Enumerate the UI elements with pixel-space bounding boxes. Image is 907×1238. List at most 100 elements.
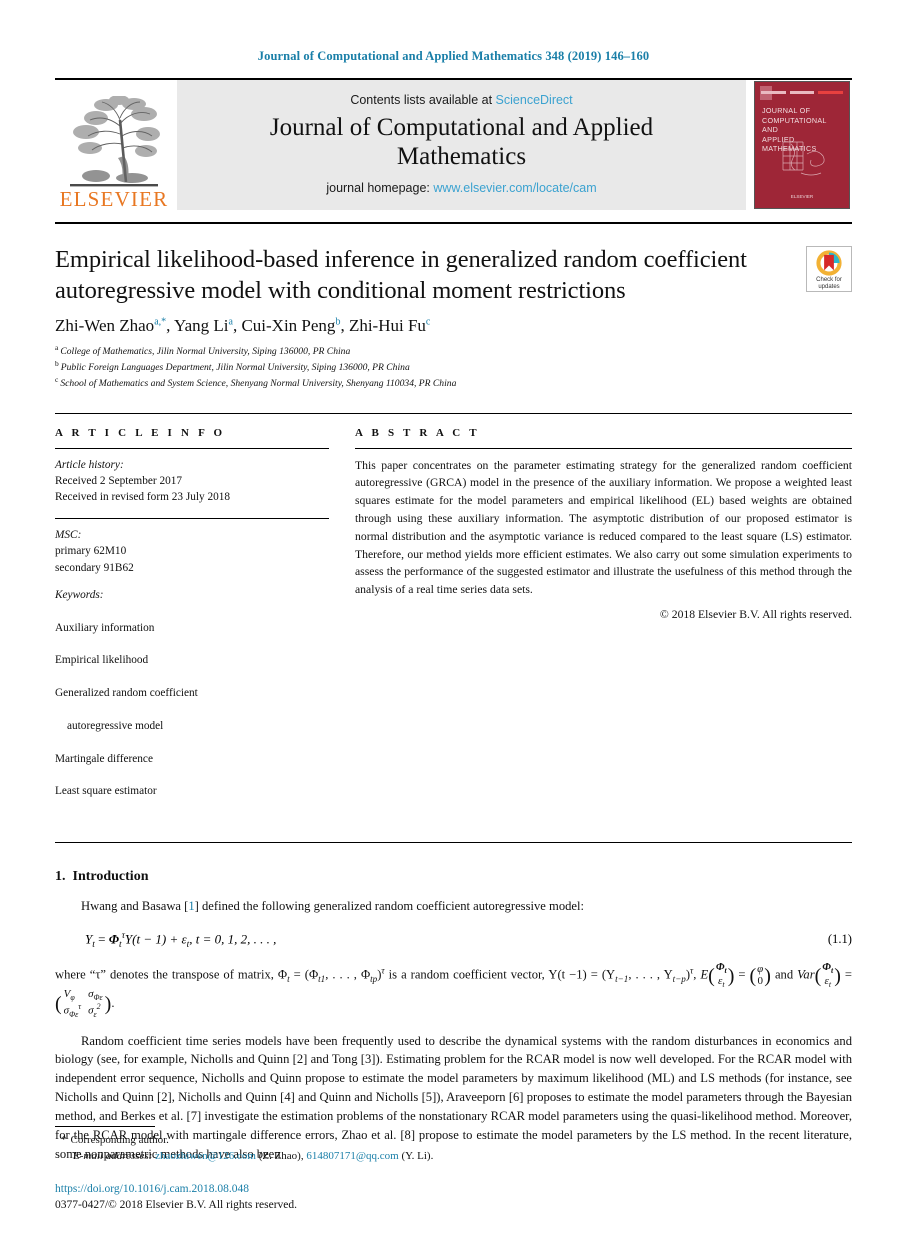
author-marks: c xyxy=(425,316,431,328)
title-block: Check for updates Empirical likelihood-b… xyxy=(55,224,852,391)
info-divider xyxy=(55,412,852,414)
equation-1-1: Yt = ΦtτY(t − 1) + εt, t = 0, 1, 2, . . … xyxy=(55,931,852,950)
keyword-item: Auxiliary information xyxy=(55,621,155,634)
crossmark-line1: Check for xyxy=(816,277,842,283)
abstract-text: This paper concentrates on the parameter… xyxy=(355,458,852,597)
keyword-item: Least square estimator xyxy=(55,785,157,798)
paragraph-intro-2: where “τ” denotes the transpose of matri… xyxy=(55,960,852,1019)
running-head: Journal of Computational and Applied Mat… xyxy=(257,49,650,63)
journal-homepage-link[interactable]: www.elsevier.com/locate/cam xyxy=(433,181,596,195)
body-divider xyxy=(55,842,852,844)
eq-phi: Φ xyxy=(108,931,119,947)
journal-band: Contents lists available at ScienceDirec… xyxy=(177,80,746,210)
variance-value-matrix: (Vφ σΦε σΦετ σε2) xyxy=(55,988,112,1019)
footnote-star: * xyxy=(61,1133,67,1146)
article-history-group: Article history: Received 2 September 20… xyxy=(55,457,329,506)
crossmark-label: Check for updates xyxy=(816,277,842,291)
cover-topbar xyxy=(761,88,844,97)
article-info-column: A R T I C L E I N F O Article history: R… xyxy=(55,427,355,817)
journal-cover-thumbnail: JOURNAL OF COMPUTATIONAL AND APPLIED MAT… xyxy=(754,81,850,209)
abstract-copyright: © 2018 Elsevier B.V. All rights reserved… xyxy=(659,607,852,621)
author-name[interactable]: Cui-Xin Peng xyxy=(241,316,335,335)
keywords-label: Keywords: xyxy=(55,588,104,601)
variance-matrix: (Φt εt) xyxy=(814,960,841,989)
abstract-column: A B S T R A C T This paper concentrates … xyxy=(355,427,852,817)
email-link-1[interactable]: zhaozhiwen@126.com xyxy=(155,1150,256,1162)
corresponding-author-note: * Corresponding author. E-mail addresses:… xyxy=(55,1132,852,1165)
crossmark-badge[interactable]: Check for updates xyxy=(806,246,852,292)
journal-masthead: ELSEVIER Contents lists available at Sci… xyxy=(55,78,852,210)
elsevier-tree-icon xyxy=(66,96,162,188)
email-addresses-label: E-mail addresses: xyxy=(73,1150,153,1163)
eq-mid: Y(t − 1) + ε xyxy=(124,931,187,947)
page-title: Empirical likelihood-based inference in … xyxy=(55,246,747,304)
article-info-rule xyxy=(55,447,329,449)
expectation-matrix: (Φt εt) xyxy=(708,960,735,989)
para2-E: E xyxy=(700,967,709,982)
para2-line1-c: , . . . , Φ xyxy=(325,967,371,982)
doi-link[interactable]: https://doi.org/10.1016/j.cam.2018.08.04… xyxy=(55,1181,852,1198)
affiliation-text: School of Mathematics and System Science… xyxy=(60,378,457,390)
article-history-values: Received 2 September 2017 Received in re… xyxy=(55,475,231,504)
author-name[interactable]: Zhi-Wen Zhao xyxy=(55,316,154,335)
keyword-item: autoregressive model xyxy=(67,719,164,732)
author-list: Zhi-Wen Zhaoa,*, Yang Lia, Cui-Xin Pengb… xyxy=(55,316,431,336)
keyword-item: Empirical likelihood xyxy=(55,654,149,667)
contents-prefix: Contents lists available at xyxy=(350,92,493,107)
cover-artwork-icon xyxy=(782,141,825,176)
doi-block: https://doi.org/10.1016/j.cam.2018.08.04… xyxy=(55,1181,852,1214)
equation-number: (1.1) xyxy=(827,932,852,947)
section-number: 1. xyxy=(55,869,66,885)
journal-title: Journal of Computational and Applied Mat… xyxy=(269,113,654,170)
msc-divider xyxy=(55,517,329,519)
email-link-2[interactable]: 614807171@qq.com xyxy=(306,1150,398,1162)
equation-body: Yt = ΦtτY(t − 1) + εt, t = 0, 1, 2, . . … xyxy=(55,931,828,950)
author-marks: a,* xyxy=(154,316,167,328)
eq-tail: , t = 0, 1, 2, . . . , xyxy=(189,931,277,947)
issn-copyright-line: 0377-0427/© 2018 Elsevier B.V. All right… xyxy=(55,1199,298,1212)
para1-text-a: Hwang and Basawa [ xyxy=(81,899,189,914)
section-heading-introduction: 1. Introduction xyxy=(55,869,852,885)
abstract-heading: A B S T R A C T xyxy=(355,426,480,439)
affiliation-item: b Public Foreign Languages Department, Ji… xyxy=(55,359,766,375)
para2-line1-b: = (Φ xyxy=(289,967,319,982)
para2-line1-f: , . . . , Y xyxy=(628,967,673,982)
msc-values: primary 62M10 secondary 91B62 xyxy=(55,545,134,574)
keyword-item: Martingale difference xyxy=(55,752,153,765)
eq-lhs-sub: t xyxy=(92,939,95,950)
affiliation-text: College of Mathematics, Jilin Normal Uni… xyxy=(60,346,351,358)
msc-label: MSC: xyxy=(55,528,82,541)
footnote-divider xyxy=(55,1125,155,1127)
elsevier-logo-block: ELSEVIER xyxy=(55,80,173,210)
email-owner-1: (Z. Zhao), xyxy=(258,1150,304,1163)
author-marks: b xyxy=(335,316,341,328)
eq-phi-sub: t xyxy=(118,939,122,950)
para2-line1-a: where “τ” denotes the transpose of matri… xyxy=(55,967,288,982)
page-footer: * Corresponding author. E-mail addresses:… xyxy=(55,1125,852,1214)
msc-group: MSC: primary 62M10 secondary 91B62 xyxy=(55,527,329,576)
expectation-value-matrix: (φ 0) xyxy=(749,962,771,987)
author-name[interactable]: Yang Li xyxy=(174,316,228,335)
affiliation-item: c School of Mathematics and System Scienc… xyxy=(55,375,766,391)
journal-cover-block: JOURNAL OF COMPUTATIONAL AND APPLIED MAT… xyxy=(752,80,852,210)
keywords-group: Keywords: Auxiliary information Empirica… xyxy=(55,587,329,816)
contents-available-line: Contents lists available at ScienceDirec… xyxy=(350,93,572,107)
corresponding-author-label: Corresponding author. xyxy=(70,1133,169,1146)
author-name[interactable]: Zhi-Hui Fu xyxy=(349,316,426,335)
homepage-prefix: journal homepage: xyxy=(326,181,430,196)
affiliation-text: Public Foreign Languages Department, Jil… xyxy=(60,362,410,374)
elsevier-wordmark: ELSEVIER xyxy=(59,187,169,211)
article-info-heading: A R T I C L E I N F O xyxy=(55,426,226,439)
crossmark-line2: updates xyxy=(818,283,840,290)
keyword-item: Generalized random coefficient xyxy=(55,687,198,700)
affiliation-list: a College of Mathematics, Jilin Normal Un… xyxy=(55,343,766,390)
section-title: Introduction xyxy=(72,869,149,885)
paragraph-intro-1: Hwang and Basawa [1] defined the followi… xyxy=(55,897,852,916)
abstract-rule xyxy=(355,447,852,449)
journal-homepage-line: journal homepage: www.elsevier.com/locat… xyxy=(326,181,596,195)
sciencedirect-link[interactable]: ScienceDirect xyxy=(496,93,573,107)
para2-line1-h: , xyxy=(693,967,697,982)
para2-line1-e: is a random coefficient vector, Y(t −1) … xyxy=(384,967,616,982)
affiliation-item: a College of Mathematics, Jilin Normal Un… xyxy=(55,343,766,359)
article-history-label: Article history: xyxy=(55,458,124,471)
